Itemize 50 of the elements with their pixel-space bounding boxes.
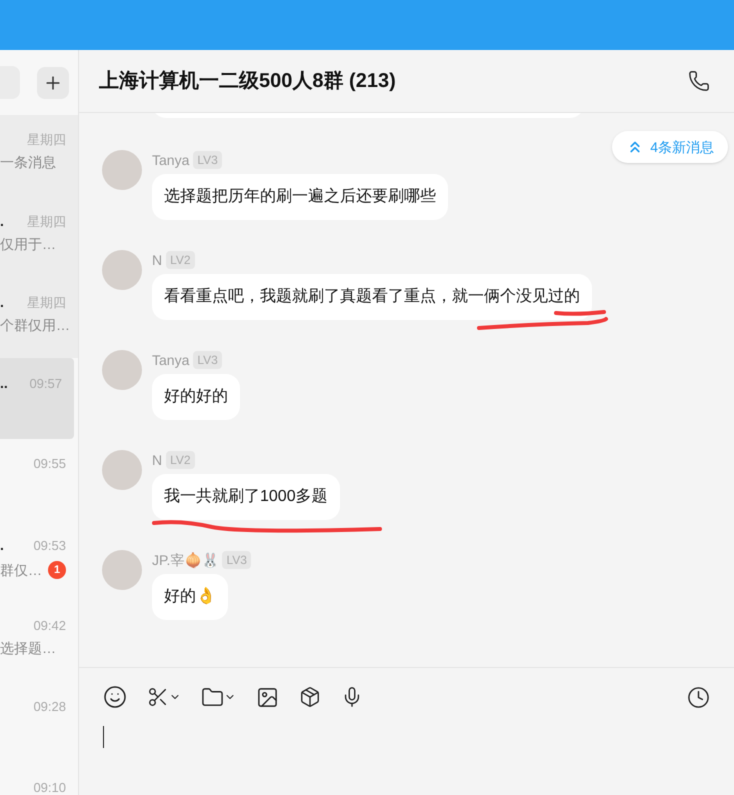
level-tag: LV3 — [193, 151, 222, 169]
chat-list-item[interactable]: 09:55 — [0, 439, 78, 520]
message-bubble: 好的👌 — [152, 574, 228, 620]
unread-badge: 1 — [48, 561, 66, 579]
chat-title: . — [0, 538, 4, 552]
image-icon[interactable] — [256, 686, 279, 708]
chat-time: 09:55 — [33, 457, 66, 470]
sender-name: Tanya — [152, 350, 190, 370]
scissors-icon[interactable] — [147, 686, 181, 708]
chat-list-item[interactable]: 09:42 选择题… — [0, 601, 78, 682]
level-tag: LV2 — [166, 451, 195, 469]
emoji-icon[interactable] — [103, 685, 127, 709]
message-bubble: 好的好的 — [152, 374, 240, 420]
clock-icon[interactable] — [687, 686, 710, 708]
chat-title: . — [0, 214, 4, 228]
chat-time: 星期四 — [27, 133, 66, 146]
chat-time: 星期四 — [27, 214, 66, 228]
level-tag: LV3 — [193, 351, 222, 369]
chat-preview: 群仅… — [0, 563, 42, 577]
level-tag: LV2 — [166, 251, 195, 269]
chat-list-item[interactable]: 09:28 — [0, 682, 78, 763]
sender-name: JP.宰🧅🐰 — [152, 550, 218, 570]
chat-preview: 一条消息 — [0, 155, 56, 169]
sender-name: N — [152, 450, 162, 470]
sender-name: N — [152, 250, 162, 270]
phone-icon[interactable] — [688, 70, 710, 92]
chat-title: .. — [0, 376, 8, 390]
chat-list-item[interactable]: . 星期四 仅用于… — [0, 196, 78, 277]
chat-preview: 个群仅用… — [0, 318, 70, 332]
chat-list-item[interactable]: . 星期四 个群仅用… — [0, 277, 78, 358]
chat-list-item[interactable]: 星期四 一条消息 — [0, 115, 78, 196]
folder-icon[interactable] — [201, 686, 236, 708]
chat-list-item[interactable]: . 09:53 群仅… 1 — [0, 520, 78, 601]
message-bubble: 我一共就刷了1000多题 — [152, 474, 340, 520]
chat-time: 09:28 — [33, 700, 66, 713]
message-bubble: 选择题把历年的刷一遍之后还要刷哪些 — [152, 174, 448, 220]
chat-time: 星期四 — [27, 296, 66, 308]
chat-list-item[interactable]: 09:10 — [0, 763, 78, 795]
chat-title: . — [0, 295, 4, 309]
chat-preview: 选择题… — [0, 641, 56, 655]
chat-time: 09:53 — [33, 538, 66, 552]
sender-name: Tanya — [152, 150, 190, 170]
level-tag: LV3 — [222, 551, 251, 569]
chat-preview: 仅用于… — [0, 237, 56, 251]
chat-time: 09:42 — [33, 619, 66, 632]
new-messages-button[interactable]: 4条新消息 — [612, 131, 728, 163]
chat-title: 上海计算机一二级500人8群 (213) — [99, 69, 396, 94]
chat-time: 09:10 — [33, 781, 66, 794]
add-button[interactable] — [37, 66, 69, 98]
message-bubble: 看看重点吧，我题就刷了真题看了重点，就一俩个没见过的 — [152, 274, 592, 320]
